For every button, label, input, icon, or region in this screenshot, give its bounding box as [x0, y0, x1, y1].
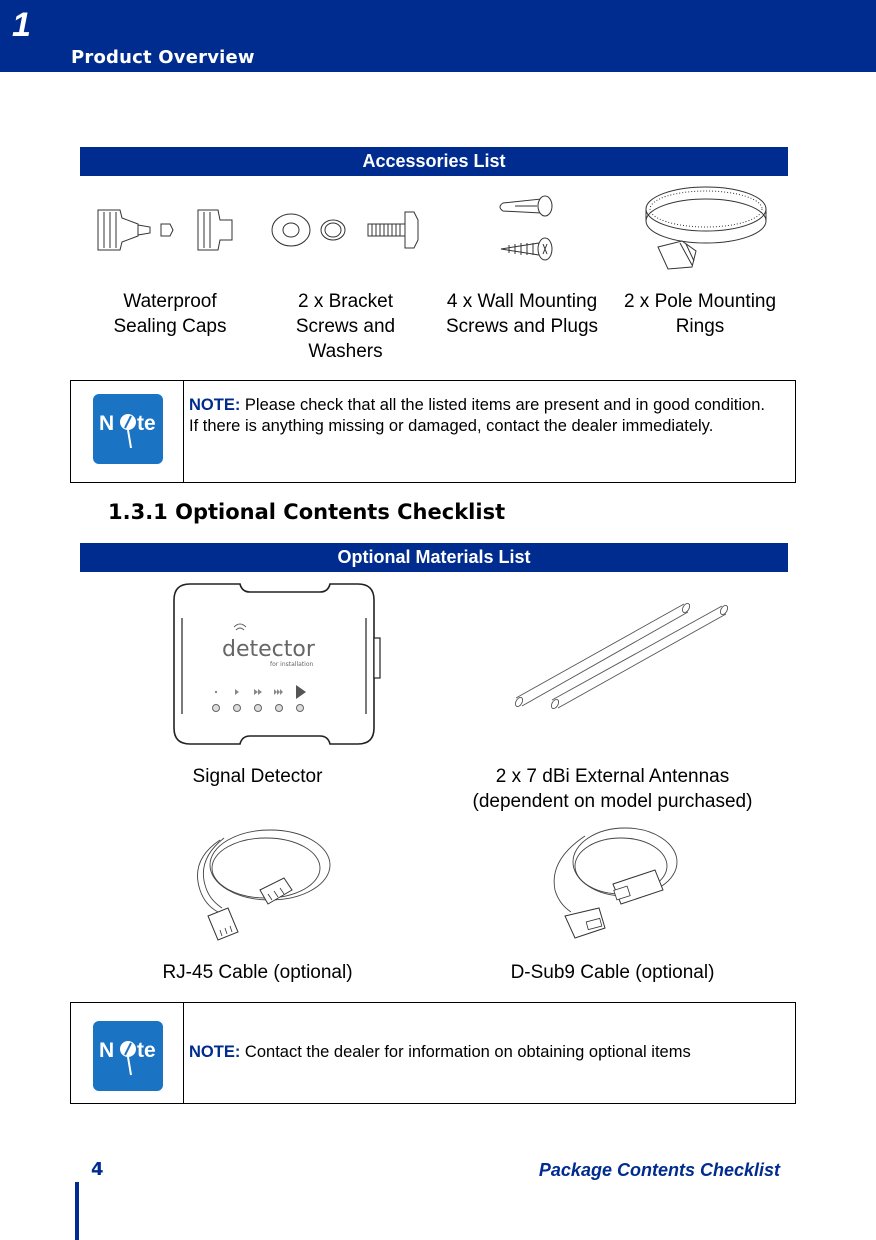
accessory-label: 2 x Bracket Screws and Washers — [295, 291, 396, 362]
optional-label: Signal Detector — [192, 766, 323, 787]
chapter-title: Product Overview — [71, 47, 255, 68]
optional-label-line2: (dependent on model purchased) — [472, 791, 753, 812]
detector-sub-text: for installation — [270, 661, 313, 668]
accessory-label: Waterproof Sealing Caps — [113, 291, 227, 337]
detector-brand-text: detector — [222, 637, 316, 662]
rj45-cable-illustration — [197, 829, 331, 941]
svg-text:N: N — [99, 1039, 114, 1062]
note-body: Contact the dealer for information on ob… — [240, 1043, 691, 1061]
footer-section-title: Package Contents Checklist — [538, 1160, 780, 1180]
pole-ring-clamp-illustration — [645, 186, 767, 270]
note-divider — [183, 1003, 184, 1103]
optional-antennas: 2 x 7 dBi External Antennas (dependent o… — [440, 590, 785, 820]
footer-rule — [75, 1182, 79, 1240]
note-box-optional-items: N te NOTE: Contact the dealer for inform… — [70, 1002, 796, 1104]
svg-text:te: te — [137, 412, 156, 435]
note-text: NOTE: Please check that all the listed i… — [189, 395, 771, 437]
note-label: NOTE: — [189, 1043, 241, 1061]
svg-text:N: N — [99, 412, 114, 435]
chapter-number: 1 — [12, 6, 31, 44]
chapter-header-bar: 1 Product Overview — [0, 0, 876, 72]
accessory-wall-screws: 4 x Wall Mounting Screws and Plugs — [437, 185, 607, 365]
note-body: Please check that all the listed items a… — [189, 396, 765, 435]
optional-label-line1: 2 x 7 dBi External Antennas — [495, 766, 730, 787]
wall-screws-plugs-illustration — [499, 195, 553, 261]
note-label: NOTE: — [189, 396, 241, 414]
note-divider — [183, 381, 184, 482]
dsub9-cable-illustration — [553, 827, 678, 939]
page-number: 4 — [91, 1159, 104, 1180]
section-heading: 1.3.1 Optional Contents Checklist — [108, 500, 506, 524]
signal-detector-illustration: detector for installation — [173, 583, 381, 745]
optional-materials-header: Optional Materials List — [80, 543, 788, 572]
optional-signal-detector: detector for installation Signal Detecto… — [130, 578, 385, 788]
note-text: NOTE: Contact the dealer for information… — [189, 1042, 771, 1063]
antennas-illustration — [514, 602, 729, 710]
optional-dsub9-cable: D-Sub9 Cable (optional) — [480, 820, 745, 990]
accessory-bracket-screws: 2 x Bracket Screws and Washers — [268, 185, 423, 365]
accessory-sealing-caps: Waterproof Sealing Caps — [90, 185, 250, 365]
sealing-caps-illustration — [97, 209, 233, 251]
accessory-pole-rings: 2 x Pole Mounting Rings — [620, 185, 780, 365]
optional-label: D-Sub9 Cable (optional) — [510, 962, 715, 983]
note-box-check-items: N te NOTE: Please check that all the lis… — [70, 380, 796, 483]
accessory-label: 2 x Pole Mounting Rings — [623, 291, 777, 337]
accessory-label: 4 x Wall Mounting Screws and Plugs — [445, 291, 599, 337]
optional-label: RJ-45 Cable (optional) — [162, 962, 353, 983]
note-icon: N te — [93, 394, 163, 464]
svg-text:te: te — [137, 1039, 156, 1062]
optional-rj45-cable: RJ-45 Cable (optional) — [130, 820, 385, 990]
bracket-screws-washers-illustration — [271, 211, 419, 249]
note-icon: N te — [93, 1021, 163, 1091]
accessories-list-header: Accessories List — [80, 147, 788, 176]
